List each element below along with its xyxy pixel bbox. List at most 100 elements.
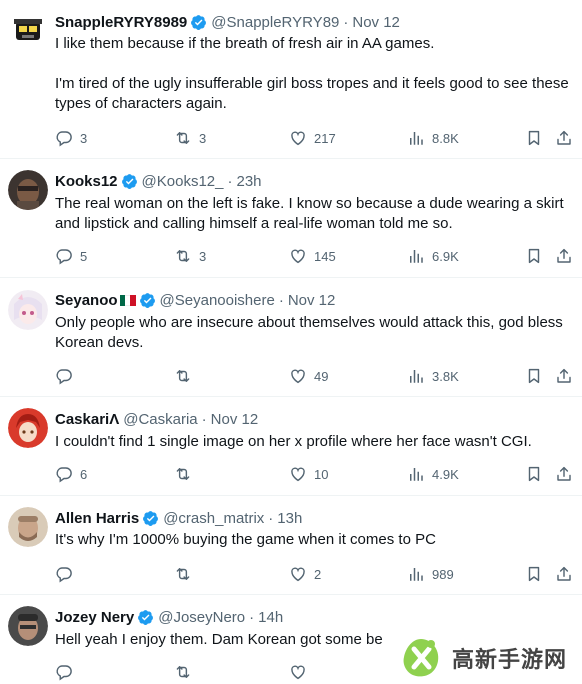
repost-button[interactable] (174, 564, 199, 584)
views-button[interactable]: 6.9K (407, 246, 459, 266)
separator-dot: · (343, 13, 349, 31)
tweet-3[interactable]: Seyanoo @Seyanooishere · Nov 12 Only peo… (0, 278, 582, 397)
tweet-text: It's why I'm 1000% buying the game when … (55, 530, 572, 550)
timestamp[interactable]: Nov 12 (288, 292, 336, 309)
handle[interactable]: @JoseyNero (158, 609, 245, 626)
like-icon (291, 665, 305, 680)
reply-button[interactable]: 3 (55, 128, 87, 148)
bookmark-button[interactable] (525, 564, 543, 584)
display-name[interactable]: Kooks12 (55, 173, 118, 190)
avatar[interactable] (8, 170, 48, 210)
like-count: 49 (314, 368, 329, 384)
tweet-paragraph: I'm tired of the ugly insufferable girl … (55, 75, 573, 112)
timestamp[interactable]: 14h (258, 609, 283, 626)
display-name[interactable]: Allen Harris (55, 510, 139, 527)
views-icon (410, 468, 423, 481)
repost-button[interactable] (174, 464, 199, 484)
handle[interactable]: @Caskaria (123, 411, 197, 428)
display-name[interactable]: Seyanoo (55, 292, 118, 309)
tweet-text: Only people who are insecure about thems… (55, 313, 572, 353)
reply-button[interactable]: 5 (55, 246, 87, 266)
repost-button[interactable] (174, 662, 199, 682)
views-count: 4.9K (432, 466, 459, 482)
like-button[interactable]: 217 (289, 128, 336, 148)
like-count: 217 (314, 130, 336, 146)
views-count: 3.8K (432, 368, 459, 384)
tweet-paragraph: I like them because if the breath of fre… (55, 35, 435, 52)
views-icon (410, 132, 423, 145)
repost-icon (176, 250, 190, 262)
tweet-header: CaskariΛ @Caskaria · Nov 12 (55, 408, 258, 430)
timestamp[interactable]: Nov 12 (352, 14, 400, 31)
tweet-paragraph: I couldn't find 1 single image on her x … (55, 433, 532, 450)
tweet-1[interactable]: SnappleRYRY8989 @SnappleRYRY89 · Nov 12 … (0, 0, 582, 159)
share-icon (557, 368, 571, 383)
timestamp[interactable]: 23h (236, 173, 261, 190)
bookmark-button[interactable] (525, 246, 543, 266)
reply-button[interactable] (55, 366, 80, 386)
display-name[interactable]: CaskariΛ (55, 411, 119, 428)
like-button[interactable] (289, 662, 314, 682)
display-name[interactable]: Jozey Nery (55, 609, 134, 626)
handle[interactable]: @Seyanooishere (160, 292, 275, 309)
views-button[interactable]: 3.8K (407, 366, 459, 386)
avatar[interactable] (8, 10, 48, 50)
views-count: 6.9K (432, 248, 459, 264)
share-button[interactable] (555, 564, 573, 584)
reply-icon (56, 369, 72, 385)
repost-button[interactable]: 3 (174, 246, 206, 266)
reply-button[interactable] (55, 662, 80, 682)
like-button[interactable]: 49 (289, 366, 328, 386)
reply-button[interactable] (55, 564, 80, 584)
views-button[interactable]: 8.8K (407, 128, 459, 148)
handle[interactable]: @SnappleRYRY89 (211, 14, 339, 31)
timestamp[interactable]: 13h (277, 510, 302, 527)
like-count: 145 (314, 248, 336, 264)
bookmark-button[interactable] (525, 366, 543, 386)
views-count: 989 (432, 566, 454, 582)
like-icon (291, 131, 305, 146)
repost-button[interactable]: 3 (174, 128, 206, 148)
views-icon (410, 568, 423, 581)
tweet-text: I couldn't find 1 single image on her x … (55, 432, 572, 452)
timestamp[interactable]: Nov 12 (211, 411, 259, 428)
share-icon (557, 248, 571, 263)
share-icon (557, 466, 571, 481)
avatar[interactable] (8, 606, 48, 646)
share-button[interactable] (555, 366, 573, 386)
action-bar: 5 3 145 6.9K (55, 246, 574, 266)
like-button[interactable]: 10 (289, 464, 328, 484)
bookmark-icon (528, 466, 540, 482)
tweet-paragraph: Only people who are insecure about thems… (55, 314, 567, 351)
tweet-5[interactable]: Allen Harris @crash_matrix · 13h It's wh… (0, 496, 582, 595)
handle[interactable]: @crash_matrix (163, 510, 264, 527)
tweet-4[interactable]: CaskariΛ @Caskaria · Nov 12 I couldn't f… (0, 397, 582, 496)
tweet-text: I like them because if the breath of fre… (55, 34, 572, 114)
share-button[interactable] (555, 246, 573, 266)
share-button[interactable] (555, 128, 573, 148)
tweet-header: Kooks12 @Kooks12_ · 23h (55, 170, 262, 192)
avatar[interactable] (8, 507, 48, 547)
avatar[interactable] (8, 408, 48, 448)
bookmark-button[interactable] (525, 464, 543, 484)
reply-button[interactable]: 6 (55, 464, 87, 484)
tweet-header: Seyanoo @Seyanooishere · Nov 12 (55, 289, 335, 311)
like-button[interactable]: 2 (289, 564, 321, 584)
share-icon (557, 566, 571, 581)
handle[interactable]: @Kooks12_ (142, 173, 224, 190)
share-button[interactable] (555, 464, 573, 484)
views-count: 8.8K (432, 130, 459, 146)
bookmark-icon (528, 368, 540, 384)
views-button[interactable]: 989 (407, 564, 454, 584)
tweet-2[interactable]: Kooks12 @Kooks12_ · 23h The real woman o… (0, 159, 582, 278)
tweet-paragraph: The real woman on the left is fake. I kn… (55, 195, 568, 232)
avatar[interactable] (8, 290, 48, 330)
separator-dot: · (249, 608, 255, 626)
repost-button[interactable] (174, 366, 199, 386)
views-icon (410, 370, 423, 383)
repost-icon (176, 568, 190, 580)
display-name[interactable]: SnappleRYRY8989 (55, 14, 187, 31)
views-button[interactable]: 4.9K (407, 464, 459, 484)
like-button[interactable]: 145 (289, 246, 336, 266)
bookmark-button[interactable] (525, 128, 543, 148)
